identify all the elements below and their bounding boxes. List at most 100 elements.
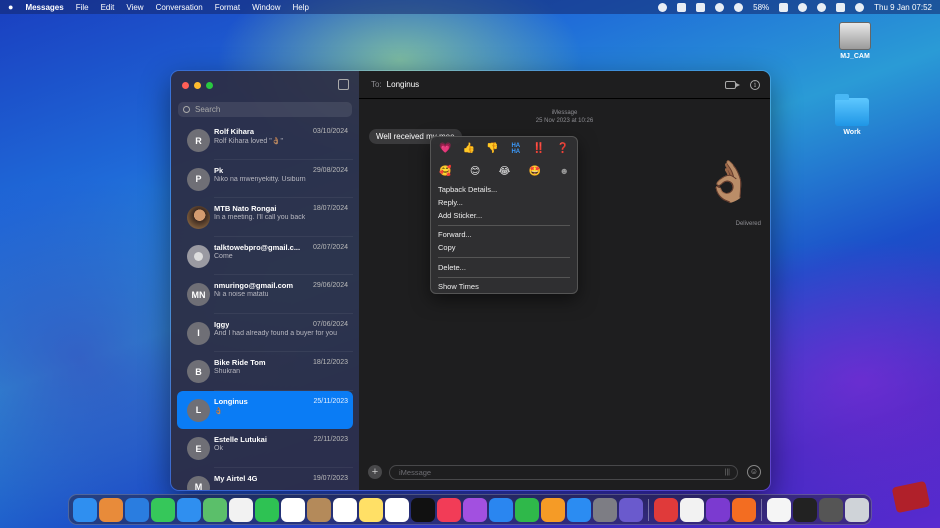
conversation-row[interactable]: E Estelle Lutukai 22/11/2023 Ok — [177, 429, 353, 468]
message-input[interactable] — [399, 468, 699, 477]
menu-reply[interactable]: Reply... — [438, 197, 463, 208]
menu-edit[interactable]: Edit — [101, 3, 115, 12]
add-attachment-button[interactable]: + — [368, 465, 382, 479]
tapback-haha[interactable]: HA HA — [510, 143, 522, 155]
sent-emoji-message[interactable]: 👌🏽 — [704, 158, 754, 205]
menu-forward[interactable]: Forward... — [438, 229, 472, 240]
conversation-row[interactable]: I Iggy 07/06/2024 And I had already found a… — [177, 314, 353, 352]
menu-clock[interactable]: Thu 9 Jan 07:52 — [874, 3, 932, 12]
dock-notes-icon[interactable] — [359, 497, 383, 522]
dock-tv-icon[interactable] — [411, 497, 435, 522]
menu-tapback-details[interactable]: Tapback Details... — [438, 184, 497, 195]
dock-firefox-icon[interactable] — [732, 497, 756, 522]
tapback-thumbs-down[interactable]: 👎 — [486, 143, 498, 155]
menu-add-sticker[interactable]: Add Sticker... — [438, 210, 482, 221]
conversation-row[interactable]: MN nmuringo@gmail.com 29/06/2024 Ni a noise… — [177, 275, 353, 314]
focus-moon-icon[interactable] — [715, 2, 725, 12]
menu-delete[interactable]: Delete... — [438, 262, 466, 273]
search-input[interactable] — [195, 105, 345, 114]
dock-photos-icon[interactable] — [229, 497, 253, 522]
conversation-row[interactable]: L Longinus 25/11/2023 👌🏽 — [177, 390, 353, 429]
search-field[interactable] — [178, 102, 352, 117]
dock-music-icon[interactable] — [437, 497, 461, 522]
dock-anydesk-icon[interactable] — [654, 497, 678, 522]
dock-affinity-icon[interactable] — [706, 497, 730, 522]
dock-contacts-icon[interactable] — [307, 497, 331, 522]
menu-file[interactable]: File — [76, 3, 89, 12]
sticker-laugh[interactable]: 😂 — [499, 166, 511, 177]
screen-recorder-widget[interactable] — [891, 480, 931, 514]
sticker-smile[interactable]: 😊 — [470, 166, 480, 177]
dock-keynote-icon[interactable] — [489, 497, 513, 522]
menu-app-name[interactable]: Messages — [25, 3, 63, 12]
conversation-row[interactable]: MTB Nato Rongai 18/07/2024 In a meeting. I… — [177, 198, 353, 237]
wifi-icon[interactable] — [798, 2, 808, 12]
dock-calendar-icon[interactable] — [281, 497, 305, 522]
composer-bar: + ||| ☺ — [359, 458, 770, 490]
apple-menu-icon[interactable]: ● — [8, 2, 13, 12]
dock-app-store-icon[interactable] — [567, 497, 591, 522]
menu-bar: ● Messages File Edit View Conversation F… — [0, 0, 940, 14]
menu-window[interactable]: Window — [252, 3, 280, 12]
siri-icon[interactable] — [855, 2, 865, 12]
dock-podcasts-icon[interactable] — [463, 497, 487, 522]
conversation-row[interactable]: M My Airtel 4G 19/07/2023 — [177, 468, 353, 490]
dock-chrome-icon[interactable] — [680, 497, 704, 522]
dock-numbers-icon[interactable] — [515, 497, 539, 522]
menu-copy[interactable]: Copy — [438, 242, 456, 253]
tapback-thumbs-up[interactable]: 👍 — [463, 143, 475, 155]
emoji-picker-icon[interactable]: ☺ — [747, 465, 761, 479]
dock-safari-icon[interactable] — [125, 497, 149, 522]
dock-reminders-icon[interactable] — [333, 497, 357, 522]
dock-mail-icon[interactable] — [177, 497, 201, 522]
battery-percent[interactable]: 58% — [753, 3, 769, 12]
info-icon[interactable]: i — [750, 80, 760, 90]
more-emoji-icon[interactable]: ☻ — [559, 166, 568, 177]
dock-facetime-icon[interactable] — [255, 497, 279, 522]
conversation-row[interactable]: talktowebpro@gmail.c... 02/07/2024 Come — [177, 237, 353, 275]
tapback-heart[interactable]: 💗 — [439, 143, 451, 155]
contact-name: MTB Nato Rongai — [214, 204, 277, 213]
conversation-row[interactable]: P Pk 29/08/2024 Niko na mwenyekitty. Usibur… — [177, 160, 353, 198]
dock-iphone-mirroring-icon[interactable] — [619, 497, 643, 522]
compose-icon[interactable] — [338, 79, 349, 90]
menu-show-times[interactable]: Show Times — [438, 281, 479, 292]
screen-mirroring-icon[interactable] — [677, 2, 687, 12]
dock-font-book-icon[interactable] — [767, 497, 791, 522]
dock-launchpad-icon[interactable] — [99, 497, 123, 522]
sticker-star-eyes[interactable]: 🤩 — [529, 166, 541, 177]
spotlight-search-icon[interactable] — [817, 2, 827, 12]
conversation-row[interactable]: B Bike Ride Tom 18/12/2023 Shukran — [177, 352, 353, 391]
desktop-drive-mj-cam[interactable]: MJ_CAM — [830, 22, 880, 60]
dock-system-settings-icon[interactable] — [593, 497, 617, 522]
anydesk-status-icon[interactable] — [696, 2, 706, 12]
desktop-folder-work[interactable]: Work — [827, 94, 877, 136]
sticker-heart-eyes[interactable]: 🥰 — [439, 166, 451, 177]
dock-screen-recorder-icon[interactable] — [819, 497, 843, 522]
control-center-icon[interactable] — [836, 2, 846, 12]
dock-pages-icon[interactable] — [541, 497, 565, 522]
tapback-question[interactable]: ❓ — [557, 143, 569, 155]
battery-icon[interactable] — [779, 2, 789, 12]
conversation-row[interactable]: R Rolf Kihara 03/10/2024 Rolf Kihara loved … — [177, 121, 353, 160]
dock-terminal-icon[interactable] — [793, 497, 817, 522]
menu-view[interactable]: View — [126, 3, 143, 12]
dock-trash-icon[interactable] — [845, 497, 869, 522]
message-field[interactable]: ||| — [389, 465, 738, 480]
audio-message-icon[interactable]: ||| — [725, 469, 730, 476]
menu-format[interactable]: Format — [215, 3, 240, 12]
tapback-exclamation[interactable]: ‼️ — [533, 143, 545, 155]
menu-help[interactable]: Help — [293, 3, 309, 12]
record-status-icon[interactable] — [658, 2, 668, 12]
dock-finder-icon[interactable] — [73, 497, 97, 522]
audio-icon[interactable] — [734, 2, 744, 12]
minimize-window-button[interactable] — [194, 82, 201, 89]
recipient-name[interactable]: Longinus — [387, 80, 419, 89]
dock-messages-icon[interactable] — [151, 497, 175, 522]
dock-freeform-icon[interactable] — [385, 497, 409, 522]
close-window-button[interactable] — [182, 82, 189, 89]
zoom-window-button[interactable] — [206, 82, 213, 89]
dock-maps-icon[interactable] — [203, 497, 227, 522]
menu-conversation[interactable]: Conversation — [156, 3, 203, 12]
facetime-video-icon[interactable] — [725, 81, 740, 89]
